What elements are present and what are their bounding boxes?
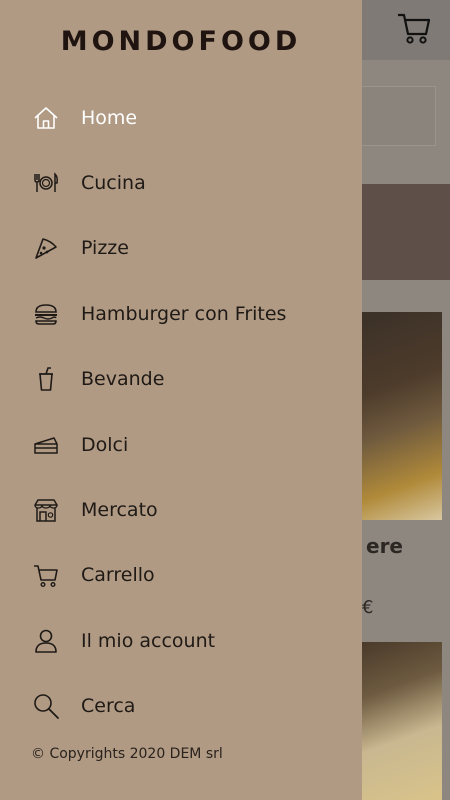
- menu-item-label: Cucina: [81, 172, 146, 195]
- menu-item-dolci[interactable]: Dolci: [0, 412, 362, 477]
- menu-item-mercato[interactable]: Mercato: [0, 477, 362, 542]
- menu-item-label: Cerca: [81, 695, 136, 718]
- copyright-text: © Copyrights 2020 DEM srl: [31, 746, 223, 762]
- background-food-image: [362, 312, 442, 520]
- menu-item-label: Dolci: [81, 433, 129, 456]
- menu-item-cucina[interactable]: Cucina: [0, 150, 362, 215]
- pizza-slice-icon: [31, 233, 61, 263]
- background-food-image-2: [362, 642, 442, 800]
- menu-item-home[interactable]: Home: [0, 85, 362, 150]
- menu-item-bevande[interactable]: Bevande: [0, 347, 362, 412]
- menu-item-label: Pizze: [81, 237, 129, 260]
- menu-item-label: Il mio account: [81, 629, 216, 652]
- background-search-box: [360, 86, 436, 146]
- menu-item-label: Home: [81, 106, 138, 129]
- menu-item-hamburger[interactable]: Hamburger con Frites: [0, 281, 362, 346]
- navigation-drawer: MONDOFOOD Home Cucina Pizze Hamburger co…: [0, 0, 362, 800]
- menu-item-label: Mercato: [81, 499, 158, 522]
- menu-item-label: Hamburger con Frites: [81, 302, 287, 325]
- drink-cup-icon: [31, 364, 61, 394]
- menu-item-carrello[interactable]: Carrello: [0, 543, 362, 608]
- cake-slice-icon: [31, 430, 61, 460]
- menu-item-pizze[interactable]: Pizze: [0, 216, 362, 281]
- user-icon: [31, 626, 61, 656]
- brand-logo: MONDOFOOD: [60, 26, 302, 57]
- background-card-price: €: [362, 597, 374, 618]
- menu-item-cerca[interactable]: Cerca: [0, 674, 362, 739]
- menu-item-account[interactable]: Il mio account: [0, 608, 362, 673]
- search-icon: [31, 691, 61, 721]
- header-cart-icon[interactable]: [396, 10, 432, 46]
- menu-item-label: Carrello: [81, 564, 155, 587]
- cart-icon: [31, 560, 61, 590]
- home-icon: [31, 103, 61, 133]
- utensils-icon: [31, 168, 61, 198]
- drawer-menu: Home Cucina Pizze Hamburger con Frites B…: [0, 85, 362, 739]
- menu-item-label: Bevande: [81, 368, 165, 391]
- market-icon: [31, 495, 61, 525]
- hamburger-icon: [31, 299, 61, 329]
- background-banner: [362, 184, 450, 280]
- background-card-title: ere: [366, 534, 403, 558]
